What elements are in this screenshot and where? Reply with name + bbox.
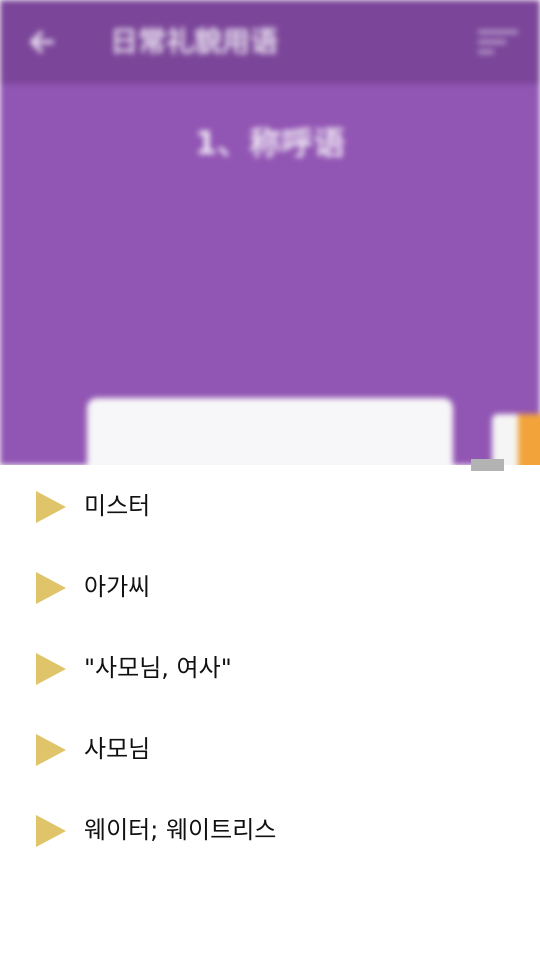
word-text: 아가씨 — [84, 573, 151, 601]
background-screen: 日常礼貌用语 1、称呼语 — [0, 0, 540, 465]
word-text: "사모님, 여사" — [84, 654, 232, 682]
lesson-title: 1、称呼语 — [194, 124, 346, 162]
bottom-sheet: 미스터 아가씨 "사모님, 여사" 사모님 웨이터; 웨이트리스 — [0, 459, 540, 960]
play-triangle-icon[interactable] — [36, 653, 66, 685]
word-text: 미스터 — [84, 492, 151, 520]
list-item[interactable]: "사모님, 여사" — [0, 627, 540, 708]
card-badge — [518, 414, 540, 465]
lesson-card — [87, 398, 453, 465]
word-text: 웨이터; 웨이트리스 — [84, 816, 277, 844]
play-triangle-icon[interactable] — [36, 491, 66, 523]
play-triangle-icon[interactable] — [36, 815, 66, 847]
list-item[interactable]: 웨이터; 웨이트리스 — [0, 789, 540, 870]
list-item[interactable]: 미스터 — [0, 465, 540, 546]
back-arrow-icon[interactable] — [24, 24, 60, 60]
next-lesson-card — [492, 414, 540, 465]
word-list: 미스터 아가씨 "사모님, 여사" 사모님 웨이터; 웨이트리스 — [0, 465, 540, 870]
word-text: 사모님 — [84, 735, 151, 763]
play-triangle-icon[interactable] — [36, 572, 66, 604]
play-triangle-icon[interactable] — [36, 734, 66, 766]
app-bar: 日常礼貌用语 — [0, 0, 540, 84]
list-item[interactable]: 아가씨 — [0, 546, 540, 627]
sort-icon[interactable] — [474, 26, 520, 60]
list-item[interactable]: 사모님 — [0, 708, 540, 789]
app-title: 日常礼貌用语 — [110, 25, 279, 58]
